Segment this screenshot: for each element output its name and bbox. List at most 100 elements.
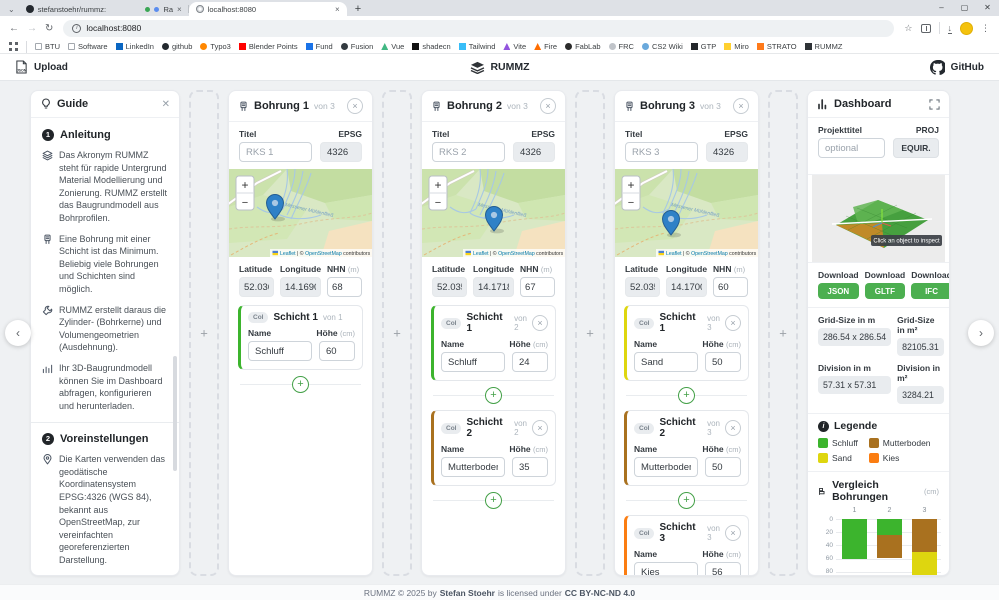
tab-close-icon[interactable]: ×: [335, 5, 340, 14]
download-ifc-button[interactable]: IFC: [911, 283, 950, 299]
map-container[interactable]: Messener Mühlenfließ + − Leaflet | © Ope…: [615, 169, 758, 257]
remove-schicht-button[interactable]: ×: [532, 420, 548, 436]
download-json-button[interactable]: JSON: [818, 283, 859, 299]
remove-schicht-button[interactable]: ×: [725, 315, 741, 331]
bar-segment-schluff[interactable]: [877, 519, 902, 535]
titel-input[interactable]: [239, 142, 312, 162]
profile-avatar[interactable]: [960, 22, 973, 35]
color-badge[interactable]: Col: [634, 423, 654, 434]
bookmark-item[interactable]: FabLab: [565, 42, 600, 51]
schicht-name-input[interactable]: [634, 352, 698, 372]
bookmark-item[interactable]: CS2 Wiki: [642, 42, 683, 51]
color-badge[interactable]: Col: [248, 312, 268, 323]
color-badge[interactable]: Col: [634, 318, 654, 329]
add-schicht-button[interactable]: +: [678, 387, 695, 404]
address-bar[interactable]: i localhost:8080: [63, 20, 894, 37]
menu-icon[interactable]: ⋮: [981, 23, 990, 34]
color-badge[interactable]: Col: [634, 528, 654, 539]
schicht-name-input[interactable]: [634, 562, 698, 576]
add-schicht-button[interactable]: +: [485, 492, 502, 509]
map-zoom-control[interactable]: + −: [429, 176, 447, 210]
schicht-hoehe-input[interactable]: [512, 352, 548, 372]
bookmark-item[interactable]: Typo3: [200, 42, 230, 51]
tab-github[interactable]: stefanstoehr/rummz: Ra ×: [19, 2, 189, 16]
bookmark-item[interactable]: Tailwind: [459, 42, 496, 51]
remove-schicht-button[interactable]: ×: [725, 420, 741, 436]
viewport-3d-canvas[interactable]: Click an object to inspect: [808, 175, 949, 262]
remove-schicht-button[interactable]: ×: [725, 525, 741, 541]
bookmark-item[interactable]: Blender Points: [239, 42, 298, 51]
bookmark-item[interactable]: GTP: [691, 42, 716, 51]
close-icon[interactable]: ✕: [976, 0, 999, 16]
nhn-input[interactable]: [327, 277, 362, 297]
tab-localhost[interactable]: localhost:8080 ×: [189, 2, 347, 16]
bar-segment-mutterboden[interactable]: [912, 519, 937, 552]
split-screen-icon[interactable]: [921, 24, 931, 33]
add-bohrung-dropzone[interactable]: +: [768, 90, 798, 576]
schicht-name-input[interactable]: [441, 457, 505, 477]
color-badge[interactable]: Col: [441, 423, 461, 434]
download-gltf-button[interactable]: GLTF: [865, 283, 906, 299]
schicht-hoehe-input[interactable]: [705, 562, 741, 576]
color-badge[interactable]: Col: [441, 318, 461, 329]
bookmark-item[interactable]: Miro: [724, 42, 749, 51]
map-zoom-control[interactable]: + −: [622, 176, 640, 210]
schicht-hoehe-input[interactable]: [319, 341, 355, 361]
apps-grid-icon[interactable]: [9, 42, 18, 51]
viewport-3d[interactable]: Click an object to inspect: [808, 174, 949, 263]
remove-schicht-button[interactable]: ×: [532, 315, 548, 331]
add-bohrung-dropzone[interactable]: +: [575, 90, 605, 576]
add-schicht-button[interactable]: +: [485, 387, 502, 404]
map-container[interactable]: Messener Mühlenfließ + − Leaflet | © Ope…: [229, 169, 372, 257]
site-info-icon[interactable]: i: [72, 24, 81, 33]
add-bohrung-dropzone[interactable]: +: [382, 90, 412, 576]
bookmark-item[interactable]: Vite: [503, 42, 526, 51]
remove-bohrung-button[interactable]: ×: [733, 98, 749, 114]
tab-search-icon[interactable]: ⌄: [8, 5, 15, 14]
github-link[interactable]: GitHub: [930, 60, 984, 75]
schicht-name-input[interactable]: [441, 352, 505, 372]
scroll-left-button[interactable]: ‹: [5, 320, 31, 346]
leaflet-map[interactable]: Messener Mühlenfließ + − Leaflet | © Ope…: [615, 169, 758, 257]
titel-input[interactable]: [625, 142, 698, 162]
schicht-name-input[interactable]: [634, 457, 698, 477]
bookmark-item[interactable]: Fund: [306, 42, 333, 51]
leaflet-map[interactable]: Messener Mühlenfließ + − Leaflet | © Ope…: [422, 169, 565, 257]
bookmark-item[interactable]: Vue: [381, 42, 404, 51]
bar-segment-schluff[interactable]: [842, 519, 867, 559]
proj-button[interactable]: EQUIR.: [893, 138, 939, 158]
reload-icon[interactable]: ↻: [45, 23, 53, 34]
minimize-icon[interactable]: –: [930, 0, 953, 16]
footer-license-link[interactable]: CC BY-NC-ND 4.0: [565, 588, 635, 598]
scroll-right-button[interactable]: ›: [968, 320, 994, 346]
map-container[interactable]: Messener Mühlenfließ + − Leaflet | © Ope…: [422, 169, 565, 257]
leaflet-map[interactable]: Messener Mühlenfließ + − Leaflet | © Ope…: [229, 169, 372, 257]
download-icon[interactable]: ↓: [948, 23, 953, 34]
add-schicht-button[interactable]: +: [678, 492, 695, 509]
schicht-hoehe-input[interactable]: [705, 457, 741, 477]
bookmark-star-icon[interactable]: ☆: [904, 23, 912, 34]
new-tab-button[interactable]: +: [355, 3, 361, 15]
bar-segment-sand[interactable]: [912, 552, 937, 576]
projekttitel-input[interactable]: [818, 138, 885, 158]
tab-close-icon[interactable]: ×: [177, 5, 182, 14]
bookmark-item[interactable]: github: [162, 42, 192, 51]
remove-bohrung-button[interactable]: ×: [347, 98, 363, 114]
bookmark-item[interactable]: Software: [68, 42, 108, 51]
nhn-input[interactable]: [713, 277, 748, 297]
bookmark-item[interactable]: shadecn: [412, 42, 450, 51]
titel-input[interactable]: [432, 142, 505, 162]
bookmark-item[interactable]: STRATO: [757, 42, 797, 51]
close-icon[interactable]: ✕: [162, 99, 170, 110]
add-schicht-button[interactable]: +: [292, 376, 309, 393]
upload-button[interactable]: JSON Upload: [15, 60, 68, 74]
maximize-icon[interactable]: ▢: [953, 0, 976, 16]
bookmark-item[interactable]: Fusion: [341, 42, 374, 51]
bookmark-item[interactable]: FRC: [609, 42, 634, 51]
schicht-hoehe-input[interactable]: [512, 457, 548, 477]
back-icon[interactable]: ←: [9, 23, 19, 34]
map-zoom-control[interactable]: + −: [236, 176, 254, 210]
bookmark-item[interactable]: BTU: [35, 42, 60, 51]
bookmark-item[interactable]: LinkedIn: [116, 42, 154, 51]
bookmark-item[interactable]: RUMMZ: [805, 42, 843, 51]
